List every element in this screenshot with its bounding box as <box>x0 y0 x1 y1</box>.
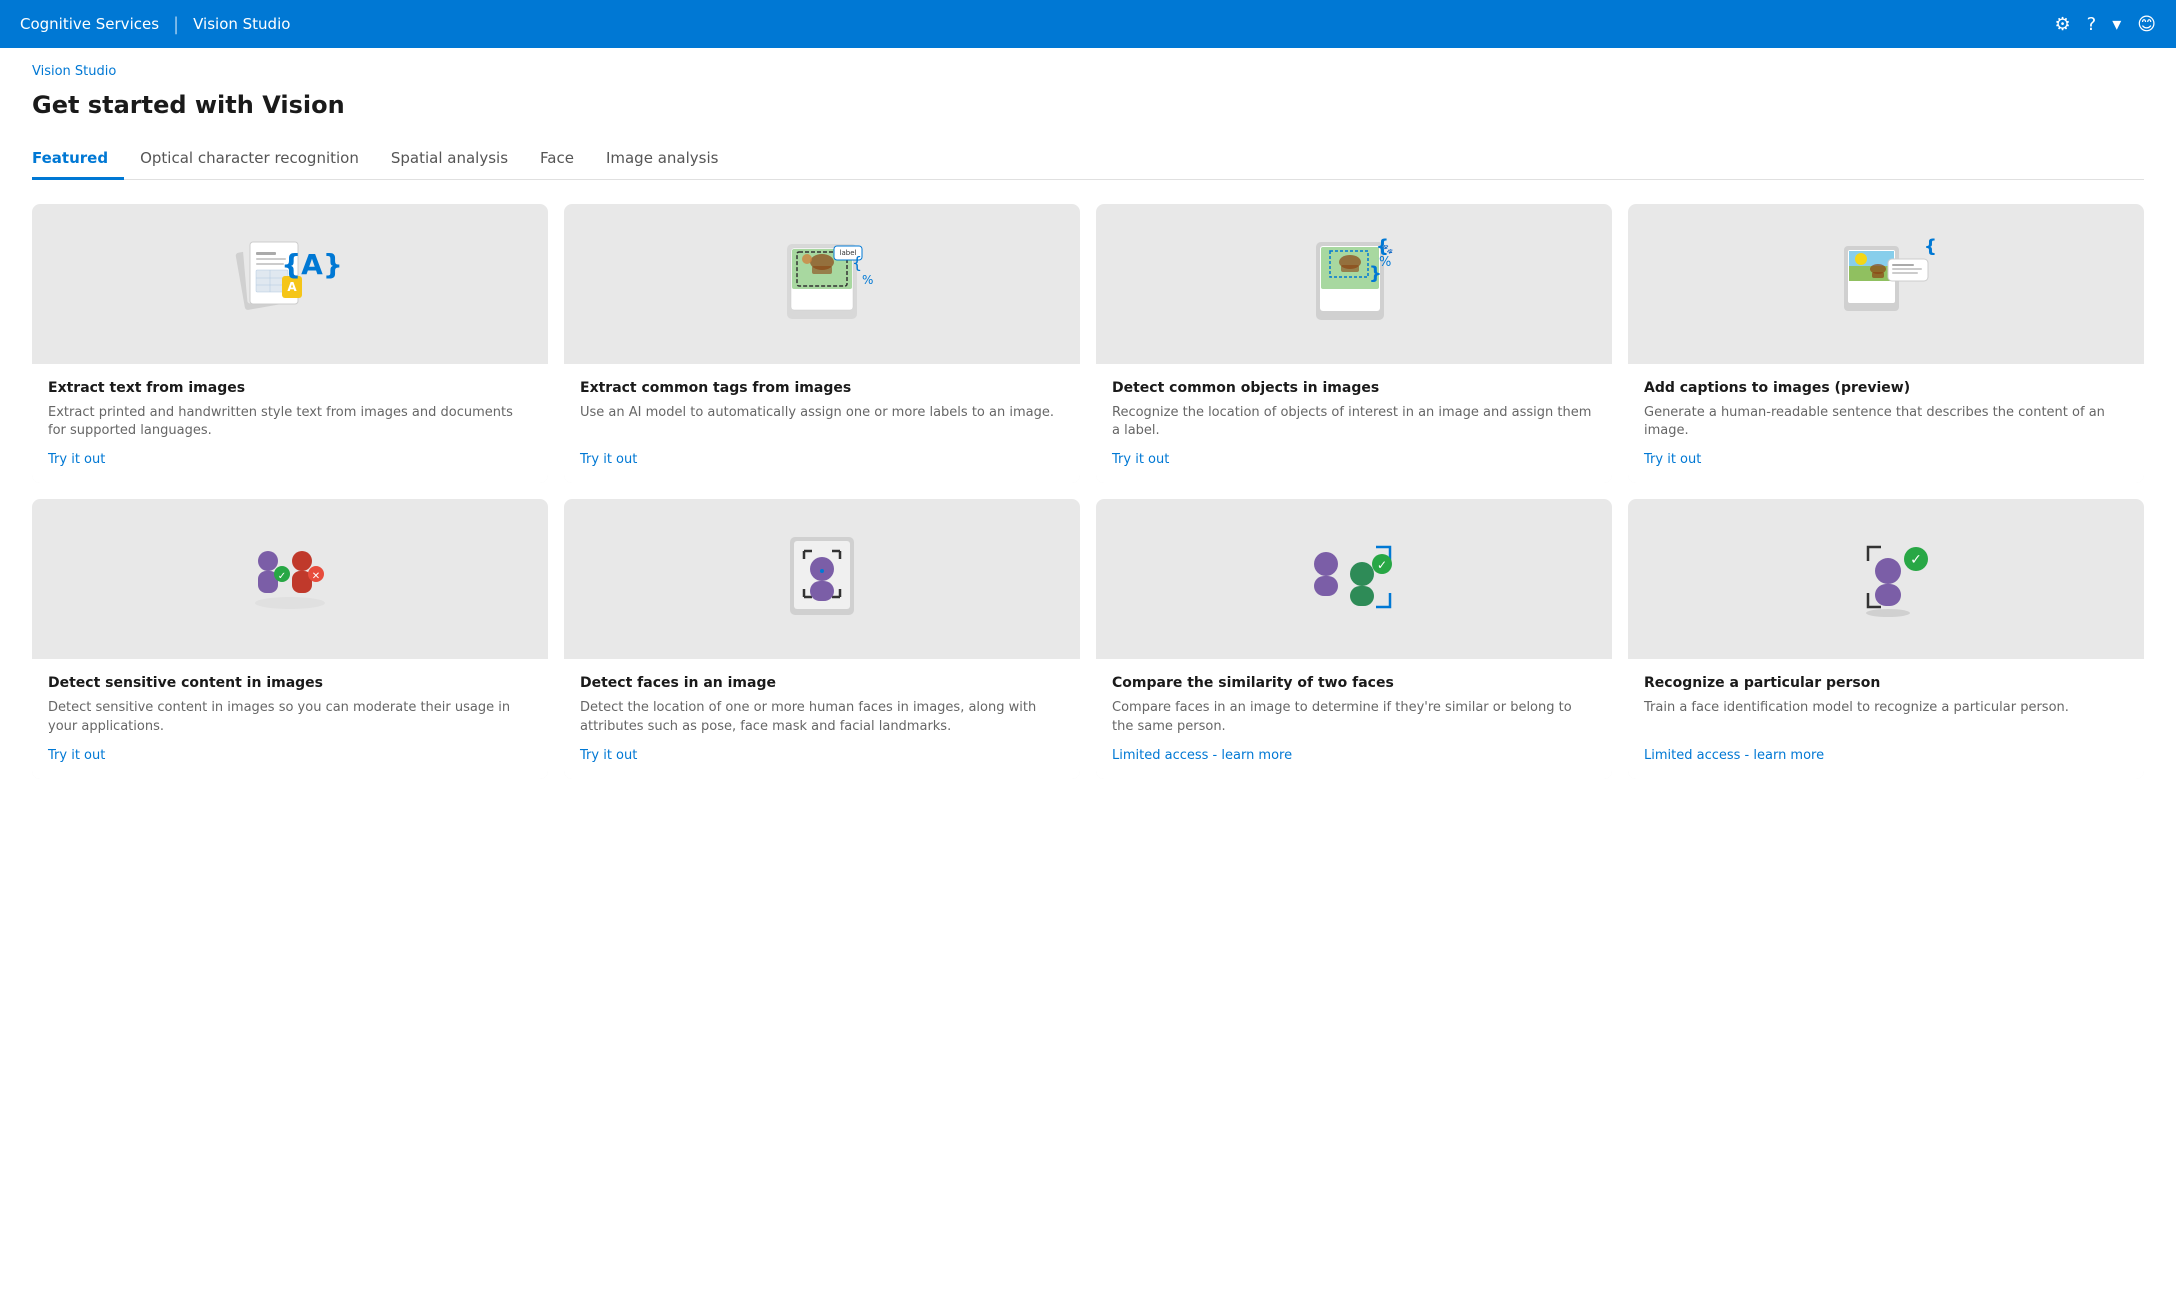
card-add-captions-body: Add captions to images (preview) Generat… <box>1628 364 2144 483</box>
card-compare-faces-link[interactable]: Limited access - learn more <box>1112 748 1596 763</box>
card-compare-faces-body: Compare the similarity of two faces Comp… <box>1096 659 1612 778</box>
svg-text:✓: ✓ <box>278 571 286 582</box>
user-avatar-icon[interactable]: 😊 <box>2137 14 2156 35</box>
tab-featured[interactable]: Featured <box>32 139 124 180</box>
card-recognize-person-image: ✓ <box>1628 499 2144 659</box>
card-detect-faces-link[interactable]: Try it out <box>580 748 1064 763</box>
card-extract-text-body: Extract text from images Extract printed… <box>32 364 548 483</box>
card-recognize-person-body: Recognize a particular person Train a fa… <box>1628 659 2144 778</box>
card-extract-text-desc: Extract printed and handwritten style te… <box>48 404 532 440</box>
card-sensitive-content-link[interactable]: Try it out <box>48 748 532 763</box>
card-recognize-person-title: Recognize a particular person <box>1644 675 2128 691</box>
chevron-icon[interactable]: ▾ <box>2112 14 2121 35</box>
card-detect-faces-image <box>564 499 1080 659</box>
page-title: Get started with Vision <box>32 91 2144 119</box>
card-extract-tags-link[interactable]: Try it out <box>580 452 1064 467</box>
card-detect-objects-image: { 🐾 % } <box>1096 204 1612 364</box>
svg-text:✓: ✓ <box>1377 558 1387 572</box>
card-extract-text-image: A {A} <box>32 204 548 364</box>
svg-text:{: { <box>1924 236 1937 257</box>
card-compare-faces-desc: Compare faces in an image to determine i… <box>1112 699 1596 735</box>
card-detect-objects-link[interactable]: Try it out <box>1112 452 1596 467</box>
card-extract-text-link[interactable]: Try it out <box>48 452 532 467</box>
header-actions: ⚙ ? ▾ 😊 <box>2054 14 2156 35</box>
card-add-captions-image: { <box>1628 204 2144 364</box>
svg-text:🐾: 🐾 <box>1382 244 1393 255</box>
tab-face[interactable]: Face <box>524 139 590 180</box>
card-detect-faces-body: Detect faces in an image Detect the loca… <box>564 659 1080 778</box>
card-detect-objects-body: Detect common objects in images Recogniz… <box>1096 364 1612 483</box>
svg-text:{: { <box>852 253 862 272</box>
card-add-captions-link[interactable]: Try it out <box>1644 452 2128 467</box>
card-add-captions-desc: Generate a human-readable sentence that … <box>1644 404 2128 440</box>
svg-text:A: A <box>287 280 297 294</box>
card-compare-faces-image: ✓ <box>1096 499 1612 659</box>
card-add-captions-title: Add captions to images (preview) <box>1644 380 2128 396</box>
card-sensitive-content-desc: Detect sensitive content in images so yo… <box>48 699 532 735</box>
breadcrumb[interactable]: Vision Studio <box>32 64 2144 79</box>
tab-spatial[interactable]: Spatial analysis <box>375 139 524 180</box>
card-detect-faces: Detect faces in an image Detect the loca… <box>564 499 1080 778</box>
svg-text:✓: ✓ <box>1910 552 1922 568</box>
cards-row-2: ✓ ✕ Detect sensitive content in images D… <box>32 499 2144 778</box>
main-content: Vision Studio Get started with Vision Fe… <box>0 48 2176 1290</box>
card-compare-faces: ✓ Compare the similarity of two faces Co… <box>1096 499 1612 778</box>
card-add-captions: { Add captions to images (preview) Gener… <box>1628 204 2144 483</box>
card-extract-tags-desc: Use an AI model to automatically assign … <box>580 404 1064 440</box>
app-header: Cognitive Services | Vision Studio ⚙ ? ▾… <box>0 0 2176 48</box>
svg-text:✕: ✕ <box>312 571 320 582</box>
help-icon[interactable]: ? <box>2087 14 2097 35</box>
card-sensitive-content-image: ✓ ✕ <box>32 499 548 659</box>
app-name: Cognitive Services <box>20 15 159 33</box>
tab-ocr[interactable]: Optical character recognition <box>124 139 375 180</box>
header-branding: Cognitive Services | Vision Studio <box>20 14 290 35</box>
tab-nav: Featured Optical character recognition S… <box>32 139 2144 180</box>
card-sensitive-content-title: Detect sensitive content in images <box>48 675 532 691</box>
cards-row-1: A {A} Extract text from images Extract p… <box>32 204 2144 483</box>
card-extract-tags-body: Extract common tags from images Use an A… <box>564 364 1080 483</box>
card-extract-text-title: Extract text from images <box>48 380 532 396</box>
card-detect-objects-title: Detect common objects in images <box>1112 380 1596 396</box>
card-sensitive-content: ✓ ✕ Detect sensitive content in images D… <box>32 499 548 778</box>
tab-image-analysis[interactable]: Image analysis <box>590 139 734 180</box>
card-sensitive-content-body: Detect sensitive content in images Detec… <box>32 659 548 778</box>
card-detect-faces-desc: Detect the location of one or more human… <box>580 699 1064 735</box>
product-name: Vision Studio <box>193 15 290 33</box>
svg-text:{A}: {A} <box>281 248 343 281</box>
card-extract-tags: label { % Extract common tags from image… <box>564 204 1080 483</box>
card-detect-objects: { 🐾 % } Detect common objects in images … <box>1096 204 1612 483</box>
card-detect-objects-desc: Recognize the location of objects of int… <box>1112 404 1596 440</box>
card-recognize-person: ✓ Recognize a particular person Train a … <box>1628 499 2144 778</box>
card-extract-text: A {A} Extract text from images Extract p… <box>32 204 548 483</box>
card-detect-faces-title: Detect faces in an image <box>580 675 1064 691</box>
card-extract-tags-title: Extract common tags from images <box>580 380 1064 396</box>
card-recognize-person-link[interactable]: Limited access - learn more <box>1644 748 2128 763</box>
svg-text:}: } <box>1369 263 1382 284</box>
card-compare-faces-title: Compare the similarity of two faces <box>1112 675 1596 691</box>
svg-text:%: % <box>862 273 873 287</box>
settings-icon[interactable]: ⚙ <box>2054 14 2070 35</box>
card-recognize-person-desc: Train a face identification model to rec… <box>1644 699 2128 735</box>
card-extract-tags-image: label { % <box>564 204 1080 364</box>
header-divider: | <box>173 14 179 35</box>
